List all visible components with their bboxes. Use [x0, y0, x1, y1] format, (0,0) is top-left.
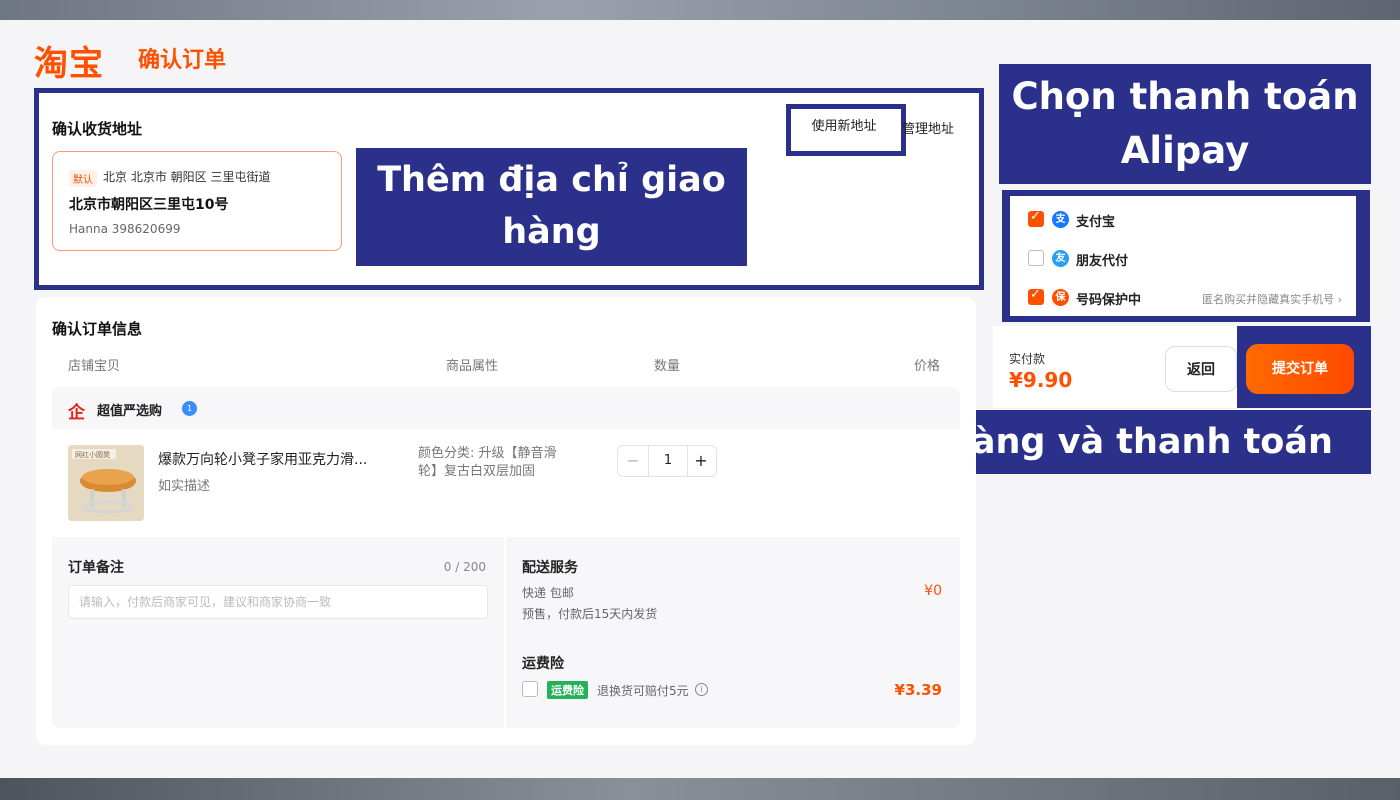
callout-add-address-line2: hàng [502, 212, 601, 252]
checkout-bar: 实付款 ¥9.90 返回 提交订单 [993, 326, 1371, 408]
shipping-method: 快递 包邮 [522, 586, 574, 600]
payment-options-frame: 支 支付宝 友 朋友代付 保 号码保护中 匿名购买并隐藏真实手机号 › [1002, 190, 1370, 322]
new-address-button[interactable]: 使用新地址 [786, 104, 906, 156]
shipping-price: ¥0 [924, 583, 942, 599]
column-header-item: 店铺宝贝 [68, 359, 121, 374]
friend-pay-checkbox[interactable] [1028, 250, 1044, 266]
product-subtitle: 如实描述 [158, 479, 211, 494]
insurance-description: 退换货可赔付5元 [597, 684, 689, 698]
address-section-title: 确认收货地址 [52, 120, 143, 138]
bottom-frame-band [0, 778, 1400, 800]
shield-icon: 保 [1052, 289, 1069, 306]
info-icon[interactable]: i [695, 683, 708, 696]
alipay-icon: 支 [1052, 211, 1069, 228]
alipay-checkbox[interactable] [1028, 209, 1044, 227]
address-region: 北京 北京市 朝阳区 三里屯街道 [103, 170, 271, 184]
shop-header: 企 超值严选购 1 [52, 387, 960, 429]
shop-logo-icon: 企 [68, 403, 85, 423]
payment-options: 支 支付宝 友 朋友代付 保 号码保护中 匿名购买并隐藏真实手机号 › [1010, 196, 1356, 316]
insurance-checkbox[interactable] [522, 681, 538, 697]
order-note-section: 订单备注 0 / 200 [52, 537, 504, 728]
column-header-attribute: 商品属性 [446, 359, 499, 374]
number-protection-checkbox[interactable] [1028, 287, 1044, 305]
submit-order-button[interactable]: 提交订单 [1246, 344, 1354, 394]
friend-pay-label: 朋友代付 [1076, 254, 1129, 269]
submit-highlight-frame: 提交订单 [1237, 326, 1371, 408]
shipping-note: 预售，付款后15天内发货 [522, 607, 658, 621]
total-amount: ¥9.90 [1009, 368, 1073, 392]
address-contact: Hanna 398620699 [69, 222, 181, 236]
payment-option-friend-pay[interactable]: 友 朋友代付 [1028, 247, 1348, 269]
page-title: 确认订单 [138, 48, 227, 73]
order-note-input[interactable] [68, 585, 488, 619]
total-label: 实付款 [1009, 352, 1046, 366]
product-attribute: 颜色分类: 升级【静音滑轮】复古白双层加固 [418, 446, 557, 479]
top-frame-band [0, 0, 1400, 20]
callout-add-address: Thêm địa chỉ giao hàng [356, 148, 747, 266]
order-note-title: 订单备注 [68, 560, 124, 576]
quantity-stepper: − 1 + [617, 445, 717, 477]
friend-pay-icon: 友 [1052, 250, 1069, 267]
number-protection-hint[interactable]: 匿名购买并隐藏真实手机号 › [1202, 291, 1342, 307]
insurance-badge: 运费险 [547, 681, 588, 699]
back-button[interactable]: 返回 [1165, 346, 1237, 392]
callout-choose-alipay-line2: Alipay [1120, 129, 1250, 172]
alipay-label: 支付宝 [1076, 215, 1116, 230]
minus-icon[interactable]: − [618, 446, 648, 476]
address-detail: 北京市朝阳区三里屯10号 [69, 197, 229, 213]
shipping-title: 配送服务 [522, 560, 578, 576]
product-thumbnail[interactable]: 网红小圆凳 [68, 445, 144, 521]
callout-add-address-line1: Thêm địa chỉ giao [377, 160, 726, 200]
insurance-title: 运费险 [522, 656, 564, 672]
quantity-value[interactable]: 1 [648, 446, 688, 476]
order-item-row: 网红小圆凳 爆款万向轮小凳子家用亚克力滑... 如实描述 颜色分类: 升级【静音… [52, 429, 960, 537]
product-title[interactable]: 爆款万向轮小凳子家用亚克力滑... [158, 449, 367, 469]
shipping-section: 配送服务 快递 包邮 预售，付款后15天内发货 ¥0 运费险 运费险 退换货可赔… [506, 537, 960, 728]
number-protection-label: 号码保护中 [1076, 293, 1142, 308]
column-header-price: 价格 [914, 359, 941, 374]
chat-badge-icon[interactable]: 1 [182, 401, 197, 416]
address-option[interactable]: 默认 北京 北京市 朝阳区 三里屯街道 北京市朝阳区三里屯10号 Hanna 3… [52, 151, 342, 251]
order-section-title: 确认订单信息 [52, 320, 143, 338]
thumbnail-caption: 网红小圆凳 [75, 450, 110, 459]
manage-address-link[interactable]: 管理地址 [902, 118, 954, 137]
callout-choose-alipay-line1: Chọn thanh toán [1011, 75, 1359, 118]
callout-choose-alipay: Chọn thanh toán Alipay [999, 64, 1371, 184]
payment-option-alipay[interactable]: 支 支付宝 [1028, 208, 1348, 230]
insurance-price: ¥3.39 [894, 681, 942, 699]
taobao-logo[interactable]: 淘宝 [34, 36, 104, 85]
payment-option-number-protection[interactable]: 保 号码保护中 匿名购买并隐藏真实手机号 › [1028, 286, 1348, 308]
column-header-quantity: 数量 [654, 359, 681, 374]
order-note-count: 0 / 200 [443, 560, 486, 574]
shop-name[interactable]: 超值严选购 [97, 400, 162, 419]
plus-icon[interactable]: + [686, 446, 716, 476]
stool-image-icon: 网红小圆凳 [68, 445, 144, 521]
default-badge: 默认 [69, 170, 97, 187]
